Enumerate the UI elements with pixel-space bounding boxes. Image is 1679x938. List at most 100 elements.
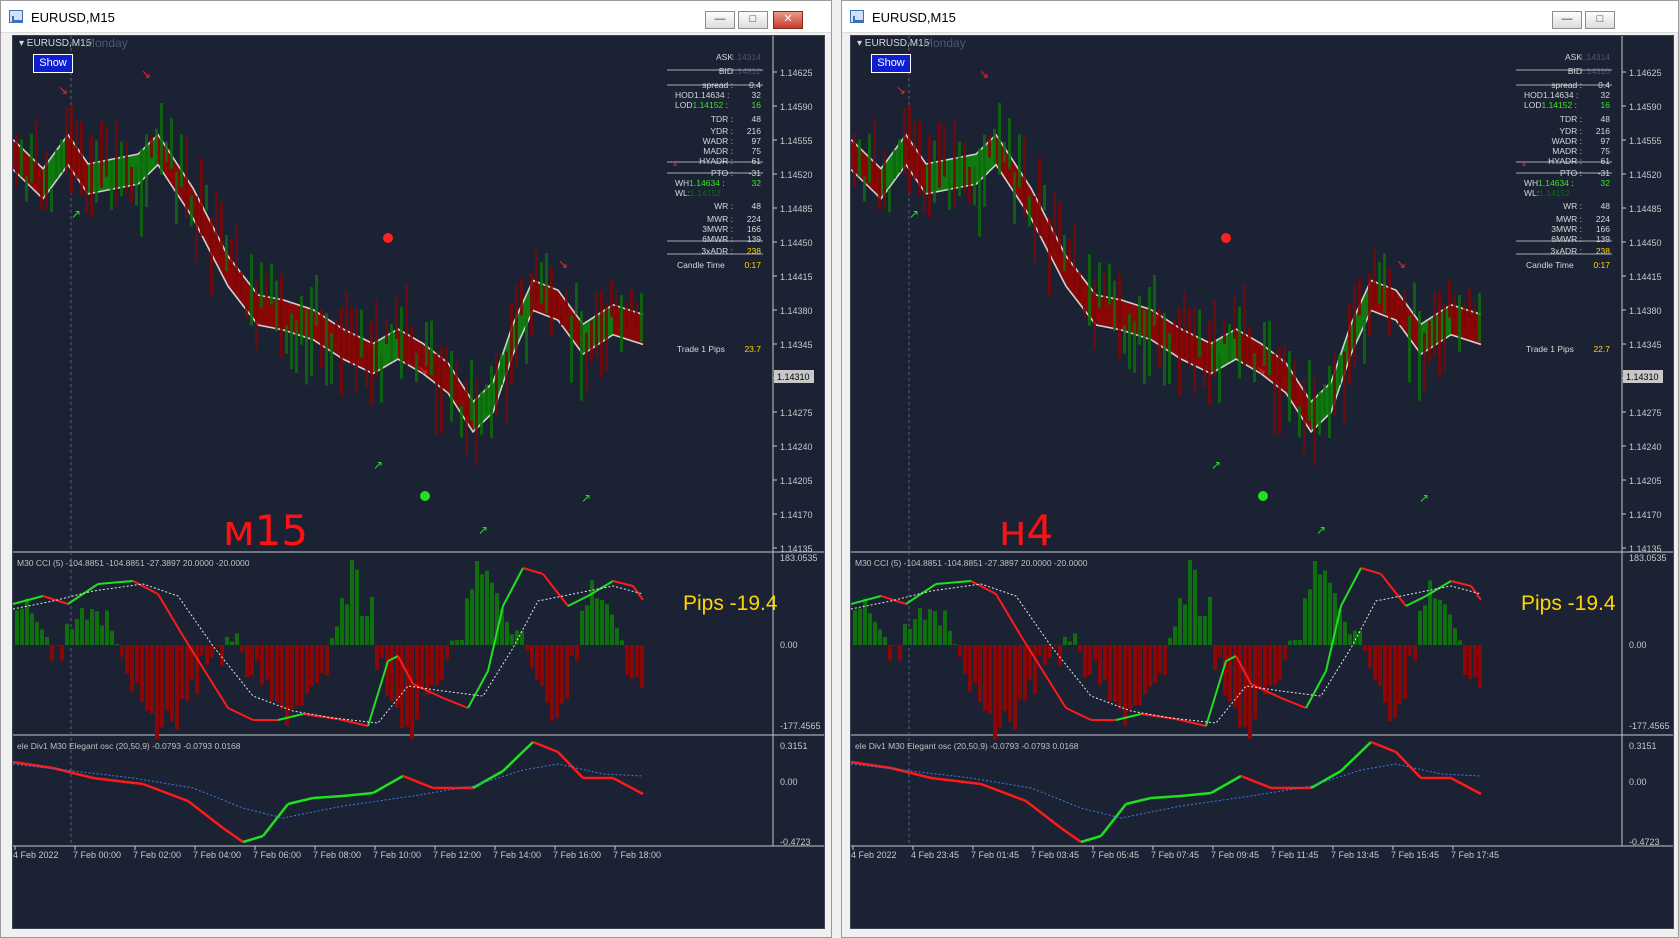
cci-indicator-label: M30 CCI (5) -104.8851 -104.8851 -27.3897… [17, 558, 250, 568]
minimize-button[interactable]: — [1552, 11, 1582, 29]
cci-histogram-bar [550, 645, 554, 722]
cci-histogram-bar [1303, 598, 1307, 645]
cci-histogram-bar [1023, 645, 1027, 701]
info-label: 3MWR : [702, 224, 733, 234]
candle [1243, 282, 1246, 366]
candle [1058, 202, 1061, 257]
cci-histogram-bar [110, 630, 114, 645]
info-value: 32 [1601, 178, 1611, 188]
cci-histogram-bar [1053, 645, 1057, 647]
time-tick-label: 4 Feb 23:45 [911, 850, 959, 860]
chart-window-right[interactable]: EURUSD,M15 — □ ▾ EURUSD,M15 Monday 1.14625… [841, 0, 1679, 938]
show-button[interactable]: Show [871, 54, 911, 73]
show-button[interactable]: Show [33, 54, 73, 73]
candle [968, 166, 971, 204]
candle [868, 133, 871, 183]
candle [1213, 299, 1216, 378]
cci-histogram-bar [888, 645, 892, 661]
candle [260, 262, 263, 308]
cci-histogram-bar [455, 640, 459, 645]
cci-histogram-bar [195, 645, 199, 695]
candle [610, 280, 613, 318]
osc-line-segment [930, 776, 982, 786]
cci-histogram-bar [165, 645, 169, 711]
osc-line-segment [1060, 826, 1082, 844]
cci-histogram-bar [605, 604, 609, 645]
minimize-button[interactable]: — [705, 11, 735, 29]
candle [873, 117, 876, 184]
candle [1428, 320, 1431, 363]
candle [1288, 351, 1291, 422]
candle [345, 291, 348, 359]
candle [625, 301, 628, 328]
cci-histogram-bar [310, 645, 314, 687]
cci-histogram-bar [245, 645, 249, 678]
candle [903, 107, 906, 175]
candle [1028, 195, 1031, 227]
cci-histogram-bar [1258, 645, 1262, 690]
candle [370, 321, 373, 405]
candle [1303, 379, 1306, 455]
chart-area[interactable]: ▾ EURUSD,M15 Monday 1.14625 1.14590 1.14555 1… [850, 35, 1674, 929]
signal-arrow-icon: ↗ [478, 523, 488, 537]
price-tick-label: 1.14520 [780, 170, 813, 180]
candle [1188, 307, 1191, 365]
cci-histogram-bar [255, 645, 259, 662]
cci-histogram-bar [1203, 616, 1207, 645]
cci-histogram-bar [958, 645, 962, 657]
price-chart-canvas[interactable]: ▾ EURUSD,M15Monday 1.14625 1.14590 1.14555 1… [13, 36, 825, 929]
candle [520, 278, 523, 316]
candle [1068, 238, 1071, 269]
maximize-button[interactable]: □ [738, 11, 768, 29]
maximize-button[interactable]: □ [1585, 11, 1615, 29]
candle [978, 148, 981, 237]
candle [535, 249, 538, 302]
cci-histogram-bar [1448, 614, 1452, 645]
cci-histogram-bar [1008, 645, 1012, 722]
cci-histogram-bar [1273, 645, 1277, 686]
chart-window-left[interactable]: EURUSD,M15 — □ ✕ ▾ EURUSD,M15 Monday 1.146… [0, 0, 832, 938]
window-titlebar[interactable]: EURUSD,M15 — □ [842, 1, 1678, 33]
candle [635, 302, 638, 331]
cci-line-segment [995, 593, 1022, 637]
candle [30, 133, 33, 183]
cci-histogram-bar [1313, 561, 1317, 645]
cci-histogram-bar [540, 645, 544, 686]
price-chart-canvas[interactable]: ▾ EURUSD,M15Monday 1.14625 1.14590 1.14555 1… [851, 36, 1674, 929]
cci-histogram-bar [260, 645, 264, 685]
candle [150, 136, 153, 158]
osc-axis-label: 0.3151 [1629, 741, 1657, 751]
cci-histogram-bar [1383, 645, 1387, 703]
cci-histogram-bar [35, 621, 39, 645]
candle [1458, 295, 1461, 353]
cci-histogram-bar [1148, 645, 1152, 687]
cci-line-segment [1470, 585, 1482, 601]
cci-histogram-bar [1193, 569, 1197, 645]
candle [1293, 360, 1296, 400]
candle [300, 295, 303, 345]
candle [958, 141, 961, 197]
cci-histogram-bar [1398, 645, 1402, 704]
cci-histogram-bar [1408, 645, 1412, 657]
close-button[interactable]: ✕ [773, 11, 803, 29]
candle [580, 311, 583, 401]
info-label: MWR : [707, 214, 733, 224]
cci-histogram-bar [290, 645, 294, 710]
window-titlebar[interactable]: EURUSD,M15 — □ ✕ [1, 1, 831, 33]
candle [65, 107, 68, 175]
candle [1348, 304, 1351, 385]
cci-line-segment [1380, 573, 1407, 607]
cci-histogram-bar [530, 645, 534, 669]
candle [1248, 326, 1251, 363]
candle [595, 291, 598, 356]
info-value: 1.14310 [730, 66, 761, 76]
candle [530, 272, 533, 336]
cci-histogram-bar [365, 616, 369, 645]
info-value: 139 [1596, 234, 1610, 244]
cci-line-segment [935, 580, 972, 585]
candle [1218, 353, 1221, 403]
cci-histogram-bar [155, 645, 159, 740]
info-label: WL:1.14152 [675, 188, 721, 198]
chart-area[interactable]: ▾ EURUSD,M15 Monday 1.14625 1.14590 1.14555 1… [12, 35, 825, 929]
time-tick-label: 7 Feb 04:00 [193, 850, 241, 860]
